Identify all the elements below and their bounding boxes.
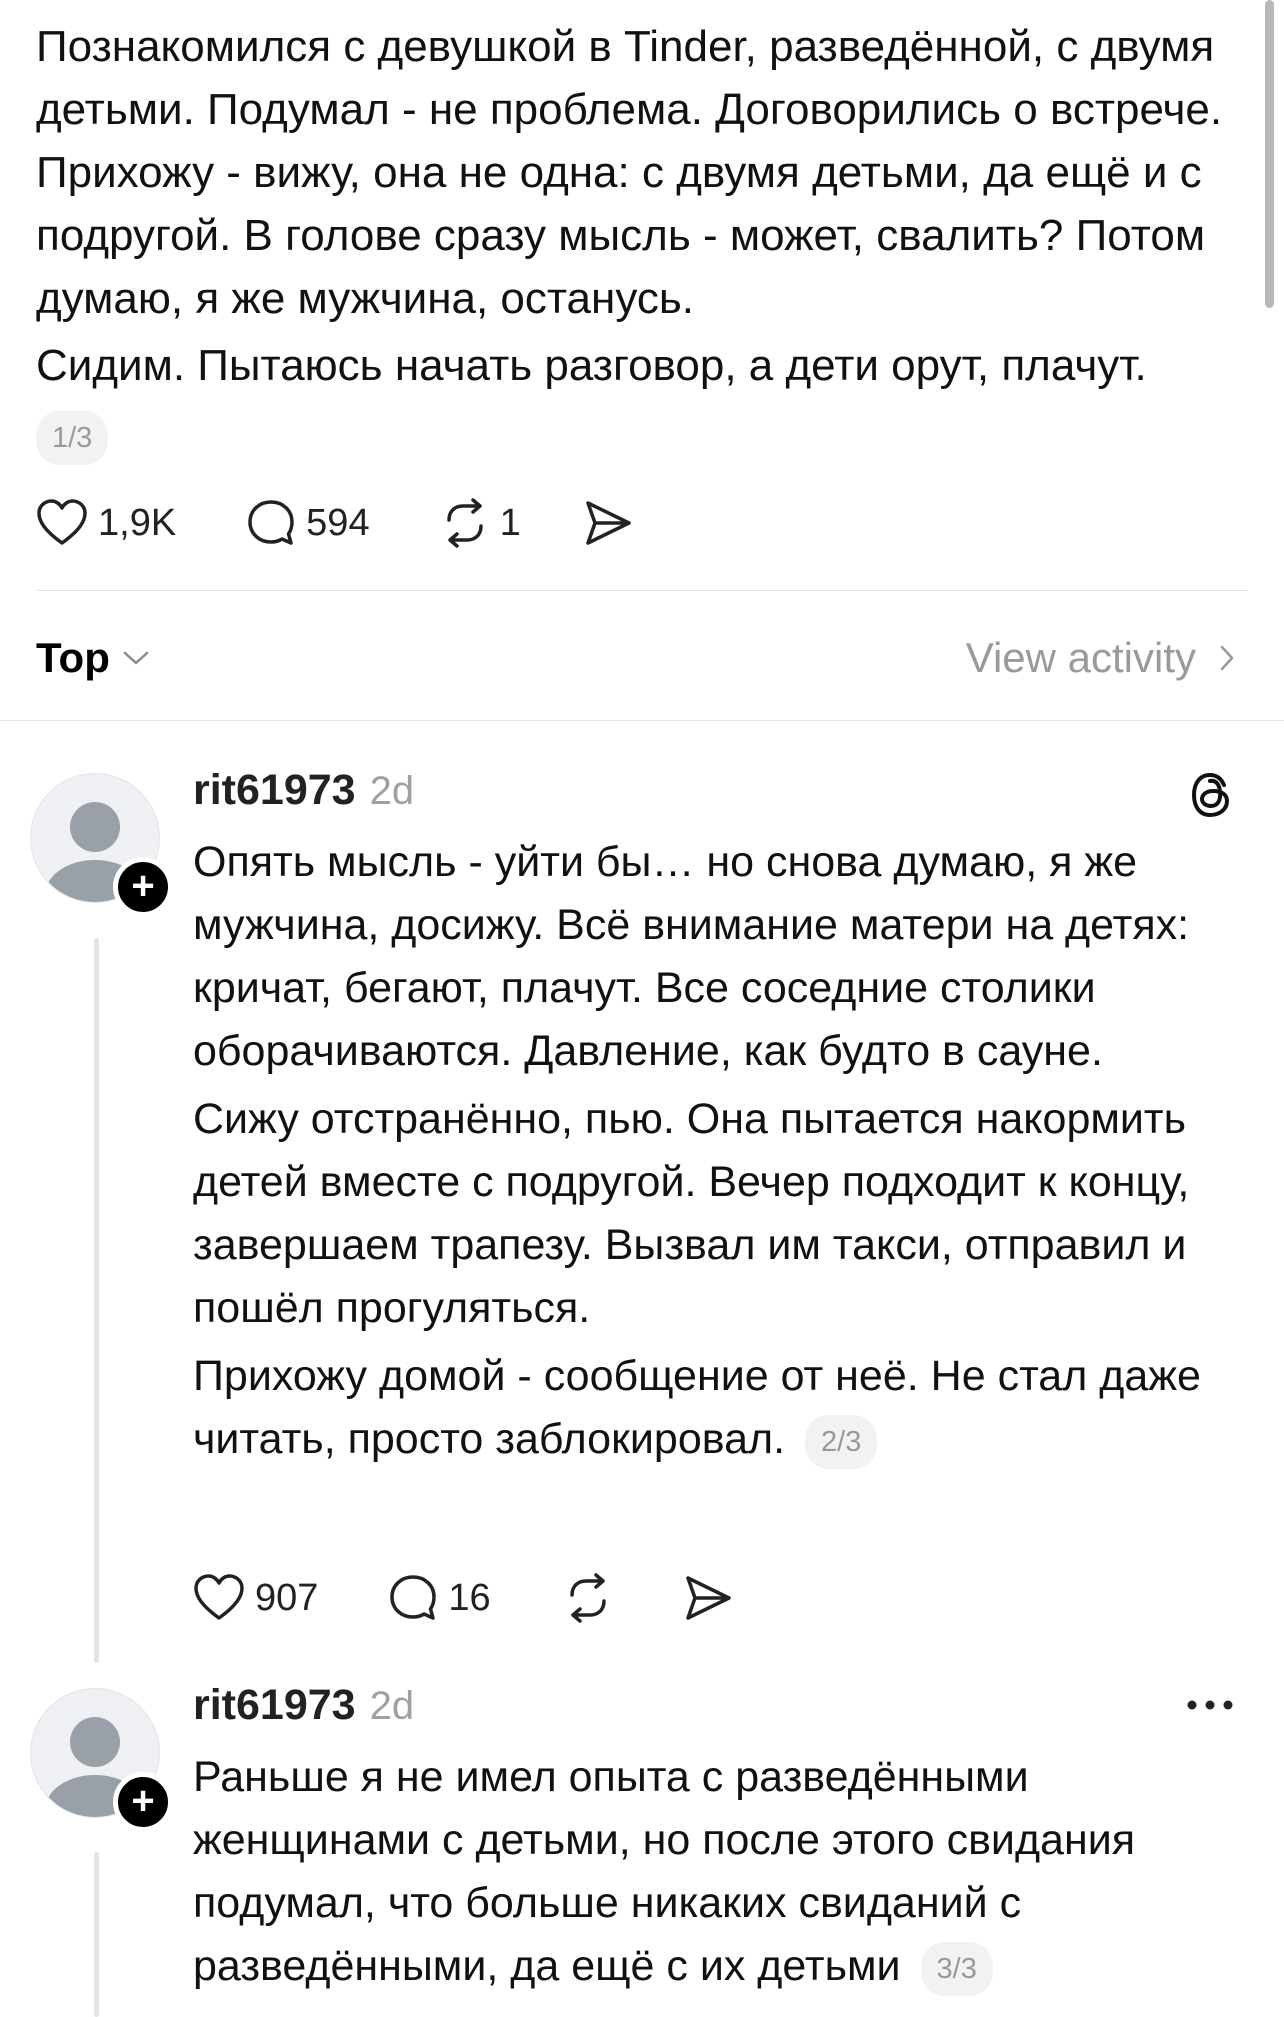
like-count: 1,9K [98,501,177,544]
chevron-right-icon [1220,645,1234,671]
send-icon [685,1576,731,1620]
repost-icon [446,498,483,548]
page-counter-badge: 2/3 [805,1414,878,1469]
comment-button[interactable]: 594 [246,498,370,548]
comment-bubble-icon [390,1575,437,1620]
reply-actions: 907 16 [193,1573,733,1623]
page-counter-badge: 3/3 [920,1941,993,1996]
reply-header: rit61973 2d [193,1681,414,1730]
reply-paragraph: Сижу отстранённо, пью. Она пытается нако… [193,1095,1190,1332]
repost-button[interactable]: 1 [440,498,521,548]
repost-button[interactable] [563,1573,613,1623]
sort-label: Top [36,634,110,681]
view-activity-label: View activity [965,634,1196,681]
more-dots-icon[interactable] [1185,1698,1235,1712]
comment-bubble-icon [248,500,294,545]
follow-button[interactable]: + [113,857,173,917]
timestamp: 2d [369,769,415,813]
like-button[interactable]: 1,9K [36,499,176,547]
username[interactable]: rit61973 [193,1681,356,1730]
post-paragraph: Познакомился с девушкой в Tinder, развед… [36,22,1223,323]
thread-line [94,1852,99,2017]
post-text: Познакомился с девушкой в Tinder, развед… [36,15,1251,397]
username[interactable]: rit61973 [193,766,356,815]
chevron-down-icon [123,651,149,665]
like-count: 907 [255,1576,319,1619]
sort-dropdown[interactable]: Top [36,634,150,682]
repost-icon [569,1573,606,1623]
share-button[interactable] [683,1573,733,1623]
like-button[interactable]: 907 [193,1574,318,1622]
view-activity-link[interactable]: View activity [966,634,1236,682]
post-actions: 1,9K 594 1 [36,498,633,548]
plus-icon: + [131,864,155,908]
comment-button[interactable]: 16 [388,1573,491,1623]
thread-line [94,938,99,1663]
threads-logo-icon[interactable] [1188,770,1234,820]
reply-text: Раньше я не имел опыта с разведёнными же… [193,1746,1253,1998]
scrollbar[interactable] [1265,0,1274,308]
reply-header: rit61973 2d [193,766,414,815]
plus-icon: + [131,1779,155,1823]
divider [36,590,1248,591]
section-divider [0,720,1284,721]
follow-button[interactable]: + [113,1772,173,1832]
reply-paragraph: Опять мысль - уйти бы… но снова думаю, я… [193,838,1190,1075]
comment-count: 16 [448,1576,491,1619]
comment-count: 594 [306,501,370,544]
send-icon [585,501,631,545]
heart-icon [194,1574,244,1620]
share-button[interactable] [583,498,633,548]
heart-icon [37,499,87,545]
timestamp: 2d [369,1684,415,1728]
page-counter-badge: 1/3 [36,411,109,465]
reply-text: Опять мысль - уйти бы… но снова думаю, я… [193,831,1253,1471]
reply-paragraph: Прихожу домой - сообщение от неё. Не ста… [193,1345,1253,1471]
sort-row: Top View activity [36,628,1236,688]
post-paragraph: Сидим. Пытаюсь начать разговор, а дети о… [36,341,1147,390]
repost-count: 1 [499,501,521,544]
reply-paragraph: Раньше я не имел опыта с разведёнными же… [193,1746,1253,1998]
